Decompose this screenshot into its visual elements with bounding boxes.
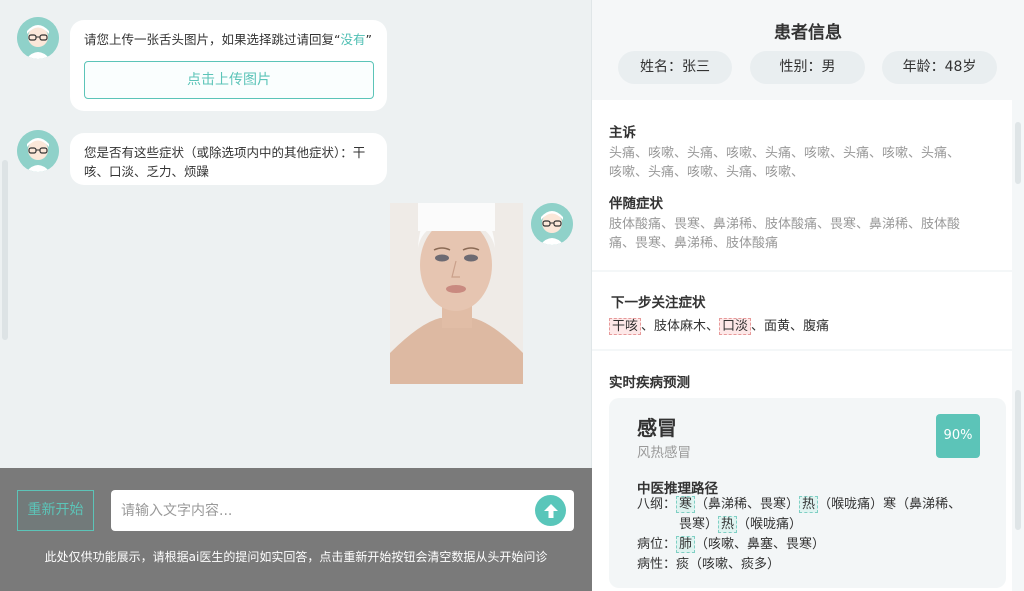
doctor-avatar: [17, 130, 59, 172]
disclaimer-text: 此处仅供功能展示，请根据ai医生的提问如实回答，点击重新开始按钮会清空数据从头开…: [44, 550, 548, 564]
disease-name: 感冒: [637, 416, 677, 440]
message-input[interactable]: [111, 490, 574, 531]
uploaded-face-photo[interactable]: [390, 203, 523, 384]
symptom-card: 主诉 头痛、咳嗽、头痛、咳嗽、头痛、咳嗽、头痛、咳嗽、头痛、 咳嗽、头痛、咳嗽、…: [592, 100, 1012, 270]
focus-text: 、肢体麻木、: [641, 319, 720, 334]
chat-scrollbar[interactable]: [2, 160, 8, 340]
panel-title: 患者信息: [774, 23, 842, 43]
disease-subtype: 风热感冒: [637, 445, 691, 461]
focus-tag: 口淡: [719, 318, 752, 335]
panel-scrollbar[interactable]: [1015, 122, 1021, 184]
reasoning-title: 中医推理路径: [637, 481, 718, 497]
message-line: 您是否有这些症状（或除选项内中的其他症状）：干: [84, 145, 366, 160]
bagang-text: 畏寒）: [679, 517, 719, 532]
complaint-line: 咳嗽、头痛、咳嗽、头痛、咳嗽、: [609, 165, 805, 180]
accompany-line: 肢体酸痛、畏寒、鼻涕稀、肢体酸痛、畏寒、鼻涕稀、肢体酸: [609, 217, 961, 232]
next-focus-title: 下一步关注症状: [611, 295, 706, 311]
chat-panel: 请您上传一张舌头图片，如果选择跳过请回复“没有” 点击上传图片 您是否有这些症状…: [0, 0, 592, 591]
patient-age: 年龄：48岁: [882, 51, 997, 84]
complaint-line: 头痛、咳嗽、头痛、咳嗽、头痛、咳嗽、头痛、咳嗽、头痛、: [609, 146, 961, 161]
bingwei-line: 病位：肺（咳嗽、鼻塞、畏寒）: [637, 535, 825, 555]
reply-keyword: 没有: [340, 32, 366, 47]
input-bar: 重新开始 此处仅供功能展示，请根据ai医生的提问如实回答，点击重新开始按钮会清空…: [0, 468, 592, 591]
bagang-text: （鼻涕稀、畏寒）: [695, 497, 800, 512]
patient-header: 患者信息 姓名：张三 性别：男 年龄：48岁: [592, 0, 1024, 100]
message-line: 咳、口淡、乏力、烦躁: [84, 164, 210, 179]
message-text-end: ”: [365, 32, 372, 47]
next-focus-card: 下一步关注症状 干咳 、肢体麻木、 口淡 、面黄、腹痛: [592, 272, 1012, 349]
message-text: 请您上传一张舌头图片，如果选择跳过请回复“: [84, 32, 341, 47]
doctor-message-symptoms: 您是否有这些症状（或除选项内中的其他症状）：干 咳、口淡、乏力、烦躁: [70, 133, 387, 185]
prediction-title: 实时疾病预测: [609, 375, 690, 391]
focus-tag: 干咳: [609, 318, 642, 335]
bagang-text: （喉咙痛）: [737, 517, 803, 532]
bingwei-label: 病位：: [637, 537, 677, 552]
bagang-text: （喉咙痛）寒（鼻涕稀、: [818, 497, 962, 512]
bagang-line: 八纲：寒（鼻涕稀、畏寒）热（喉咙痛）寒（鼻涕稀、: [637, 495, 961, 515]
bagang-label: 八纲：: [637, 497, 677, 512]
bagang-line-2: 畏寒）热（喉咙痛）: [679, 515, 802, 535]
focus-text: 、面黄、腹痛: [751, 319, 830, 334]
bagang-tag: 热: [799, 496, 819, 513]
doctor-message-upload: 请您上传一张舌头图片，如果选择跳过请回复“没有” 点击上传图片: [70, 20, 387, 111]
restart-button[interactable]: 重新开始: [17, 490, 94, 531]
patient-info-panel: 患者信息 姓名：张三 性别：男 年龄：48岁 主诉 头痛、咳嗽、头痛、咳嗽、头痛…: [592, 0, 1024, 591]
doctor-avatar: [17, 17, 59, 59]
bagang-tag: 热: [718, 516, 738, 533]
prediction-result: 感冒 风热感冒 90% 中医推理路径 八纲：寒（鼻涕稀、畏寒）热（喉咙痛）寒（鼻…: [609, 398, 1006, 588]
complaint-title: 主诉: [609, 125, 636, 141]
accompany-title: 伴随症状: [609, 196, 663, 212]
send-button[interactable]: [535, 495, 566, 526]
user-avatar: [531, 203, 573, 245]
bingwei-text: （咳嗽、鼻塞、畏寒）: [695, 537, 826, 552]
accompany-line: 痛、畏寒、鼻涕稀、肢体酸痛: [609, 236, 779, 251]
chat-messages[interactable]: 请您上传一张舌头图片，如果选择跳过请回复“没有” 点击上传图片 您是否有这些症状…: [0, 0, 592, 468]
probability-badge: 90%: [936, 414, 980, 458]
patient-gender: 性别：男: [750, 51, 865, 84]
bingwei-tag: 肺: [676, 536, 696, 553]
panel-scrollbar-lower[interactable]: [1015, 390, 1021, 530]
upload-image-button[interactable]: 点击上传图片: [84, 61, 374, 99]
bagang-tag: 寒: [676, 496, 696, 513]
bingxing-line: 病性：痰（咳嗽、痰多）: [637, 557, 781, 572]
patient-name: 姓名：张三: [618, 51, 732, 84]
next-focus-symptoms: 干咳 、肢体麻木、 口淡 、面黄、腹痛: [609, 315, 830, 335]
arrow-up-icon: [543, 503, 558, 518]
